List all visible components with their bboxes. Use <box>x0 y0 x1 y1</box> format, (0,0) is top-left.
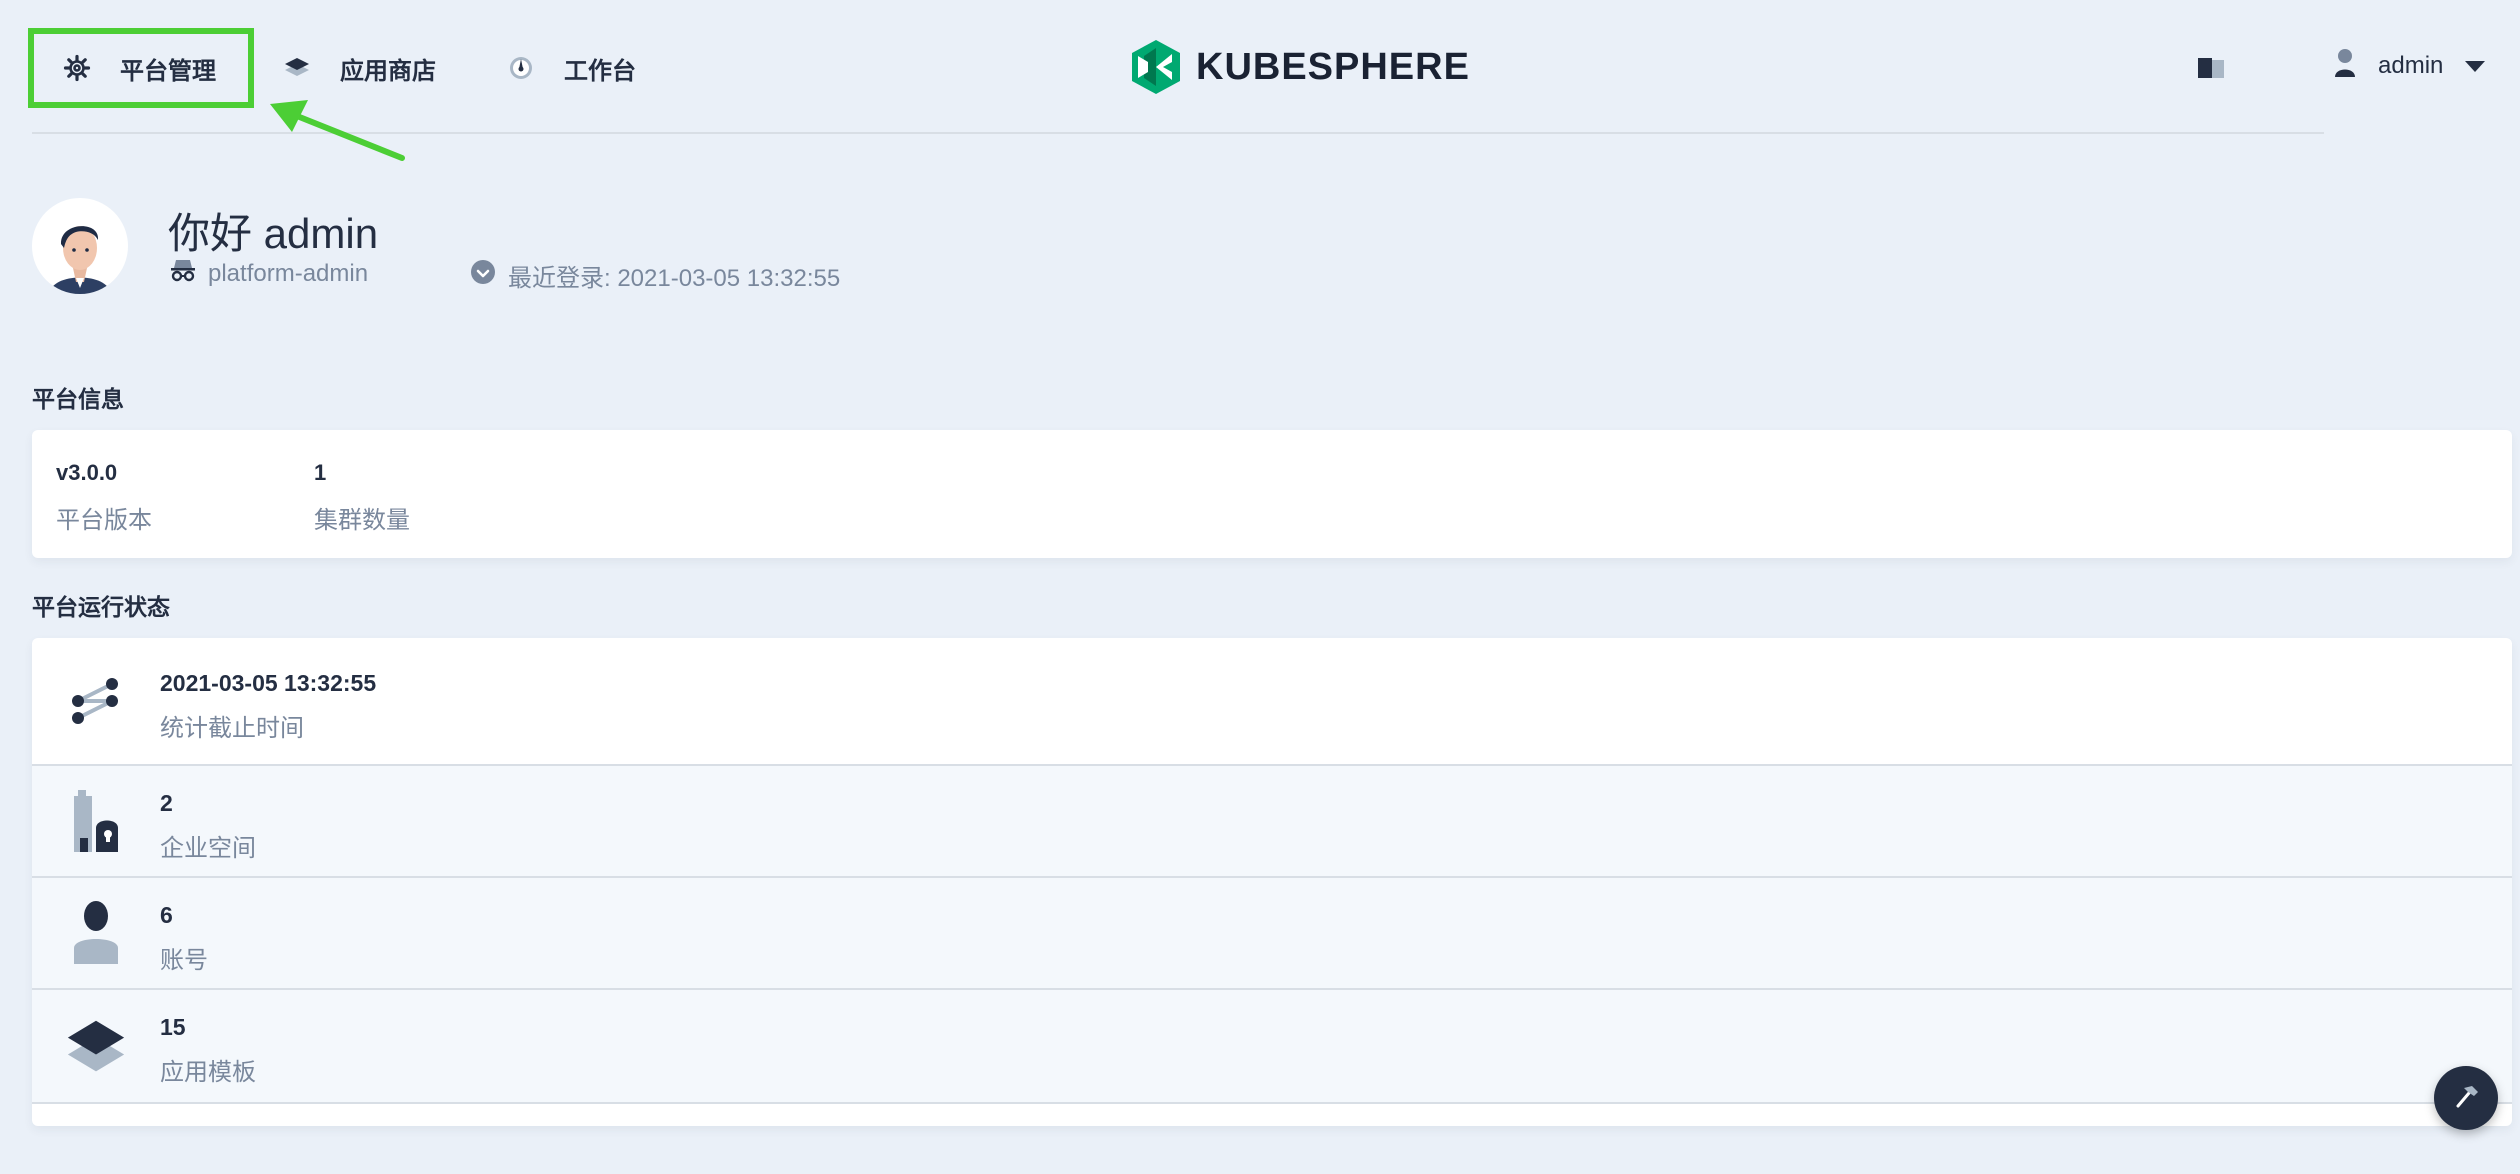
cluster-count-label: 集群数量 <box>314 507 410 534</box>
stat-time-label: 统计截止时间 <box>160 715 304 742</box>
share-nodes-icon <box>66 666 126 736</box>
platform-version: v3.0.0 平台版本 <box>56 460 152 535</box>
platform-status-card: 2021-03-05 13:32:55 统计截止时间 2 企业空间 6 账号 1… <box>32 638 2512 1126</box>
nav-item-label: 工作台 <box>564 57 636 85</box>
chevron-down-icon <box>2465 52 2486 80</box>
user-icon <box>66 898 126 968</box>
status-row-stat-time: 2021-03-05 13:32:55 统计截止时间 <box>32 638 2512 766</box>
nav-item-workbench[interactable]: 工作台 <box>506 28 636 108</box>
logo-text: KUBESPHERE <box>1196 45 1470 88</box>
workspace-count-value: 2 <box>160 790 173 816</box>
gear-icon <box>62 53 92 83</box>
platform-info-title: 平台信息 <box>32 386 124 412</box>
status-row-workspaces: 2 企业空间 <box>32 766 2512 878</box>
cluster-count-value: 1 <box>314 460 327 485</box>
book-icon[interactable] <box>2198 58 2226 83</box>
hammer-icon <box>2452 1082 2480 1115</box>
last-login-text: 最近登录: 2021-03-05 13:32:55 <box>508 265 841 292</box>
user-menu[interactable]: admin <box>2334 44 2486 88</box>
workspace-icon <box>66 786 126 856</box>
platform-info-card: v3.0.0 平台版本 1 集群数量 <box>32 430 2512 558</box>
user-name: admin <box>2378 52 2444 79</box>
layers-icon <box>282 53 312 83</box>
toolbox-button[interactable] <box>2434 1066 2498 1130</box>
clock-icon <box>470 259 496 292</box>
app-template-count-label: 应用模板 <box>160 1059 256 1086</box>
nav-item-platform-management[interactable]: 平台管理 <box>28 28 254 108</box>
kubesphere-logo[interactable]: KUBESPHERE <box>1130 38 1470 96</box>
greeting-title: 你好 admin <box>168 210 379 257</box>
app-template-icon <box>66 1012 126 1082</box>
status-row-app-templates: 15 应用模板 <box>32 990 2512 1104</box>
user-role-text: platform-admin <box>208 259 369 287</box>
user-role: platform-admin <box>170 258 368 289</box>
dashboard-icon <box>506 53 536 83</box>
avatar[interactable] <box>32 198 128 294</box>
platform-version-value: v3.0.0 <box>56 460 118 485</box>
last-login: 最近登录: 2021-03-05 13:32:55 <box>470 258 840 293</box>
account-count-label: 账号 <box>160 947 208 974</box>
app-template-count-value: 15 <box>160 1014 186 1040</box>
incognito-icon <box>170 258 196 289</box>
workspace-count-label: 企业空间 <box>160 835 256 862</box>
nav-item-label: 应用商店 <box>340 57 436 85</box>
stat-time-value: 2021-03-05 13:32:55 <box>160 670 377 696</box>
platform-status-title: 平台运行状态 <box>32 594 170 620</box>
nav-item-label: 平台管理 <box>120 57 216 85</box>
user-icon <box>2334 48 2356 85</box>
status-row-accounts: 6 账号 <box>32 878 2512 990</box>
annotation-arrow <box>270 100 405 161</box>
platform-version-label: 平台版本 <box>56 507 152 534</box>
account-count-value: 6 <box>160 902 173 928</box>
cluster-count: 1 集群数量 <box>314 460 410 535</box>
kubesphere-logo-icon <box>1132 40 1180 94</box>
